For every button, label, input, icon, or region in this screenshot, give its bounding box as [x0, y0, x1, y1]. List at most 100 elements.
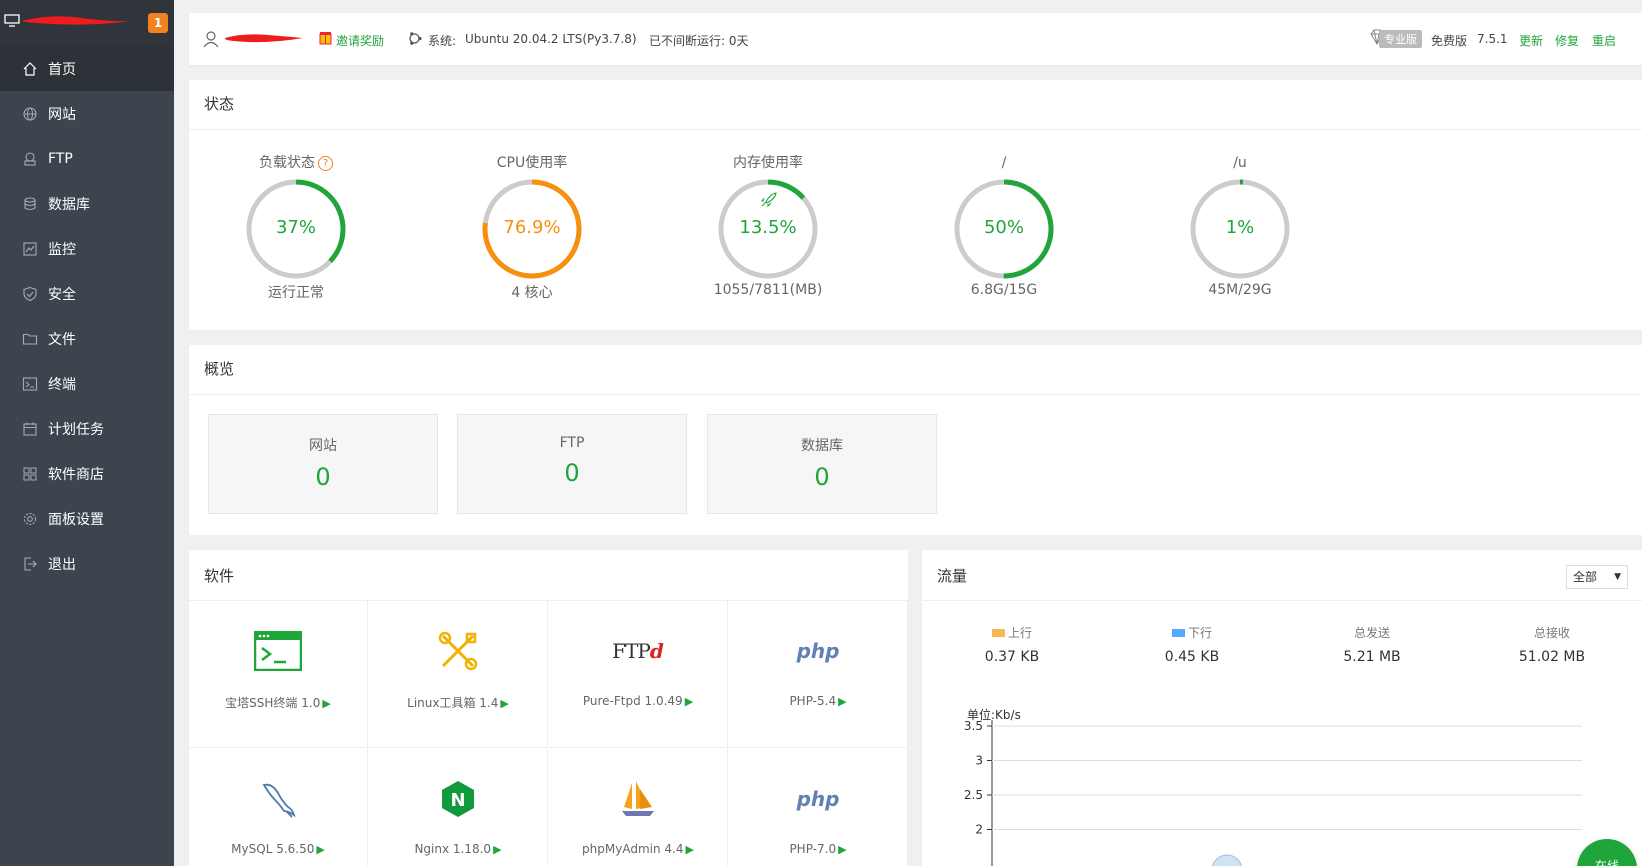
legend-swatch	[991, 629, 1005, 637]
sidebar-item-ftp[interactable]: FTP	[0, 136, 174, 181]
restart-link[interactable]: 重启	[1592, 32, 1616, 49]
main-content: 邀请奖励 系统: Ubuntu 20.04.2 LTS(Py3.7.8) 已不间…	[189, 0, 1642, 866]
sidebar-item-label: 数据库	[48, 196, 90, 213]
software-item-phpmyadmin[interactable]: phpMyAdmin 4.4 ▶	[549, 749, 728, 866]
sidebar-item-security[interactable]: 安全	[0, 271, 174, 316]
software-item-php70[interactable]: php PHP-7.0 ▶	[729, 749, 908, 866]
monitor-chart-icon	[22, 241, 38, 257]
pro-edition-badge[interactable]: 专业版	[1379, 30, 1422, 48]
update-link[interactable]: 更新	[1519, 32, 1543, 49]
gauge-title: /u	[1233, 155, 1247, 171]
divider	[922, 600, 1642, 601]
shield-icon	[22, 286, 38, 302]
gear-icon	[22, 511, 38, 527]
play-icon: ▶	[838, 843, 847, 856]
sidebar-item-database[interactable]: 数据库	[0, 181, 174, 226]
gauge-disk-root[interactable]: / 50% 6.8G/15G	[914, 153, 1094, 298]
gauge-sub: 运行正常	[268, 285, 324, 301]
software-name: PHP-5.4 ▶	[789, 694, 847, 708]
y-tick-label: 2	[975, 823, 983, 837]
sidebar-item-label: 文件	[48, 331, 76, 348]
overview-label: 数据库	[801, 438, 843, 454]
sidebar-item-terminal[interactable]: 终端	[0, 361, 174, 406]
ssh-terminal-icon	[189, 629, 367, 673]
overview-databases[interactable]: 数据库 0	[707, 414, 937, 514]
software-name: PHP-7.0 ▶	[789, 842, 847, 856]
y-tick-label: 3.5	[964, 720, 983, 733]
software-grid: 宝塔SSH终端 1.0 ▶ Linux工具箱 1.4 ▶ FTP d Pure-Ftp…	[189, 600, 908, 866]
overview-count: 0	[814, 463, 830, 491]
gift-icon	[319, 32, 332, 45]
gauge-value: 50%	[983, 217, 1024, 238]
gauge-sub: 1055/7811(MB)	[713, 282, 823, 298]
traffic-select[interactable]: 全部 ▼	[1566, 565, 1628, 589]
software-item-ssh[interactable]: 宝塔SSH终端 1.0 ▶	[189, 601, 368, 748]
sidebar-nav: 首页 网站 FTP 数据库 监控 安全 文件 终端 计划任务 软件商店 面板设置…	[0, 46, 174, 586]
help-icon[interactable]: ?	[318, 156, 333, 171]
repair-link[interactable]: 修复	[1555, 32, 1579, 49]
software-item-nginx[interactable]: N Nginx 1.18.0 ▶	[369, 749, 548, 866]
php-icon: php	[796, 639, 840, 663]
gauge-load[interactable]: 负载状态? 37% 运行正常	[206, 153, 386, 302]
play-icon: ▶	[685, 843, 694, 856]
pureftpd-icon: FTP d	[612, 639, 664, 663]
traffic-stat-down: 下行 0.45 KB	[1102, 624, 1282, 665]
play-icon: ▶	[838, 695, 847, 708]
software-name: MySQL 5.6.50 ▶	[231, 842, 325, 856]
php-icon: php	[796, 787, 840, 811]
sidebar-item-files[interactable]: 文件	[0, 316, 174, 361]
sidebar-item-store[interactable]: 软件商店	[0, 451, 174, 496]
divider	[189, 129, 1642, 130]
software-item-php54[interactable]: php PHP-5.4 ▶	[729, 601, 908, 748]
software-title: 软件	[204, 567, 235, 585]
globe-icon	[22, 106, 38, 122]
gauge-disk-u[interactable]: /u 1% 45M/29G	[1150, 153, 1330, 298]
monitor-icon	[4, 14, 20, 27]
user-icon	[203, 31, 219, 48]
traffic-stat-up: 上行 0.37 KB	[922, 624, 1102, 665]
redacted-hostname	[22, 16, 133, 25]
sidebar-item-settings[interactable]: 面板设置	[0, 496, 174, 541]
gauge-value: 76.9%	[503, 217, 561, 238]
sidebar-item-home[interactable]: 首页	[0, 46, 174, 91]
sidebar-item-label: 软件商店	[48, 466, 104, 483]
gauge-cpu[interactable]: CPU使用率 76.9% 4 核心	[442, 153, 622, 302]
stat-value: 51.02 MB	[1518, 649, 1586, 665]
terminal-icon	[22, 376, 38, 392]
software-item-toolbox[interactable]: Linux工具箱 1.4 ▶	[369, 601, 548, 748]
chevron-down-icon: ▼	[1614, 572, 1621, 582]
sidebar-item-cron[interactable]: 计划任务	[0, 406, 174, 451]
gauge-sub: 6.8G/15G	[970, 282, 1038, 298]
software-name: Pure-Ftpd 1.0.49 ▶	[582, 694, 694, 708]
sidebar-item-website[interactable]: 网站	[0, 91, 174, 136]
sidebar-item-label: FTP	[48, 150, 73, 167]
sidebar-item-monitor[interactable]: 监控	[0, 226, 174, 271]
sidebar-item-label: 计划任务	[48, 421, 104, 438]
status-title: 状态	[204, 95, 235, 113]
phpmyadmin-icon	[549, 777, 727, 821]
notification-badge[interactable]: 1	[148, 13, 168, 33]
version-number: 7.5.1	[1477, 32, 1508, 46]
overview-ftp[interactable]: FTP 0	[457, 414, 687, 514]
uptime-text: 已不间断运行: 0天	[649, 34, 749, 48]
logout-icon	[22, 556, 38, 572]
sidebar-item-label: 首页	[48, 61, 76, 78]
software-item-mysql[interactable]: MySQL 5.6.50 ▶	[189, 749, 368, 866]
gauge-value: 13.5%	[739, 217, 797, 238]
software-name: phpMyAdmin 4.4 ▶	[582, 842, 694, 856]
calendar-icon	[22, 421, 38, 437]
software-item-pureftpd[interactable]: FTP d Pure-Ftpd 1.0.49 ▶	[549, 601, 728, 748]
sidebar: 1 首页 网站 FTP 数据库 监控 安全 文件 终端 计划任务 软件商店 面板…	[0, 0, 174, 866]
sidebar-item-logout[interactable]: 退出	[0, 541, 174, 586]
y-tick-label: 3	[975, 754, 983, 768]
sidebar-item-label: 网站	[48, 106, 76, 123]
traffic-chart: 3.5 3 2.5 2	[964, 720, 1582, 866]
mysql-dolphin-icon	[189, 777, 367, 821]
y-tick-label: 2.5	[964, 788, 983, 802]
overview-websites[interactable]: 网站 0	[208, 414, 438, 514]
redacted-username	[224, 34, 303, 43]
gauge-title: CPU使用率	[496, 155, 568, 171]
play-icon: ▶	[322, 697, 331, 710]
gauge-memory[interactable]: 内存使用率 13.5% 1055/7811(MB)	[678, 153, 858, 298]
invite-reward-link[interactable]: 邀请奖励	[336, 32, 384, 49]
